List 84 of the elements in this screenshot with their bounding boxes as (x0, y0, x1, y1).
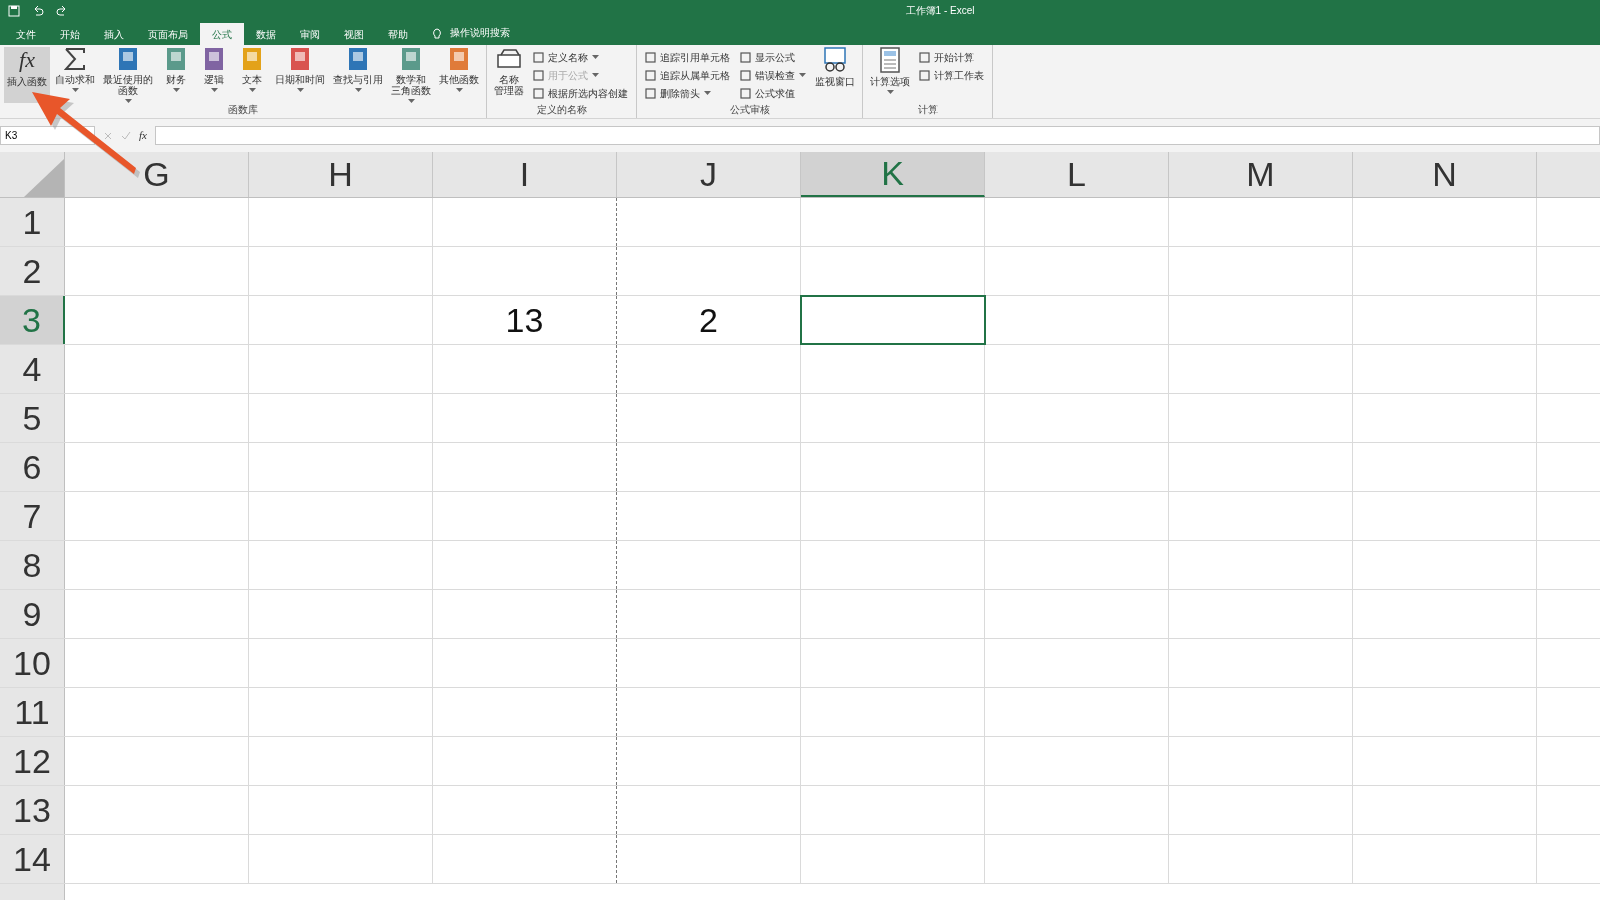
ribbon-tab[interactable]: 数据 (244, 23, 288, 45)
insert-function-button[interactable]: fx (139, 127, 147, 144)
ribbon-button[interactable]: 其他函数 (436, 47, 482, 103)
command-icon (740, 51, 751, 63)
ribbon-tab[interactable]: 开始 (48, 23, 92, 45)
column-header[interactable]: I (433, 152, 617, 197)
ribbon-button[interactable]: 数学和 三角函数 (388, 47, 434, 103)
row-header[interactable]: 2 (0, 247, 65, 295)
row-header[interactable]: 13 (0, 786, 65, 834)
row-header[interactable] (0, 884, 65, 900)
row-header[interactable]: 14 (0, 835, 65, 883)
ribbon-button[interactable]: 财务 (158, 47, 194, 103)
window-title: 工作簿1 - Excel (905, 4, 975, 18)
ribbon-button[interactable]: 查找与引用 (330, 47, 386, 103)
command-icon (919, 69, 930, 81)
selected-cell[interactable] (801, 296, 985, 344)
ribbon-tab[interactable]: 帮助 (376, 23, 420, 45)
row-header[interactable]: 3 (0, 296, 65, 344)
group-label: 定义的名称 (535, 104, 588, 117)
column-header[interactable]: H (249, 152, 433, 197)
ribbon-command[interactable]: 定义名称 (533, 49, 628, 65)
undo-icon[interactable] (32, 4, 44, 17)
row-header[interactable]: 11 (0, 688, 65, 736)
ribbon-command[interactable]: 根据所选内容创建 (533, 85, 628, 101)
ribbon-command[interactable]: 删除箭头 (645, 85, 730, 101)
row-header[interactable]: 8 (0, 541, 65, 589)
ribbon-button[interactable]: 最近使用的 函数 (100, 47, 156, 103)
ribbon-button[interactable]: 名称 管理器 (491, 47, 527, 103)
row-header[interactable]: 4 (0, 345, 65, 393)
tell-me-search[interactable]: 操作说明搜索 (450, 25, 510, 40)
command-icon (645, 69, 656, 81)
ribbon-button[interactable]: fx 插入函数 (4, 47, 50, 103)
command-icon (533, 87, 544, 99)
name-box[interactable]: K3 (0, 126, 95, 145)
ribbon-command[interactable]: 公式求值 (740, 85, 806, 101)
group-label: 函数库 (227, 104, 259, 117)
command-icon (645, 51, 656, 63)
command-icon (919, 51, 930, 63)
column-header[interactable]: K (801, 152, 985, 197)
ribbon-tab[interactable]: 插入 (92, 23, 136, 45)
row-header[interactable]: 9 (0, 590, 65, 638)
ribbon-tab[interactable]: 视图 (332, 23, 376, 45)
command-icon (533, 51, 544, 63)
ribbon-button[interactable]: 逻辑 (196, 47, 232, 103)
table-cell[interactable]: 13 (433, 296, 617, 344)
group-label: 计算 (916, 104, 939, 117)
command-icon (645, 87, 656, 99)
cancel-icon[interactable] (103, 130, 113, 141)
save-icon[interactable] (8, 4, 20, 17)
command-icon (740, 69, 751, 81)
row-header[interactable]: 1 (0, 198, 65, 246)
lightbulb-icon (432, 28, 442, 40)
row-header[interactable]: 7 (0, 492, 65, 540)
ribbon-command[interactable]: 计算工作表 (919, 67, 984, 83)
check-icon[interactable] (121, 130, 131, 141)
group-label: 公式审核 (728, 104, 771, 117)
ribbon-button[interactable]: 自动求和 (52, 47, 98, 103)
ribbon-tab[interactable]: 文件 (4, 23, 48, 45)
ribbon-command[interactable]: 开始计算 (919, 49, 984, 65)
ribbon-tab[interactable]: 审阅 (288, 23, 332, 45)
ribbon-command[interactable]: 显示公式 (740, 49, 806, 65)
redo-icon[interactable] (56, 4, 68, 17)
sigma-icon (64, 47, 86, 71)
row-header[interactable]: 12 (0, 737, 65, 785)
ribbon-button[interactable]: 监视窗口 (812, 47, 858, 103)
row-header[interactable]: 10 (0, 639, 65, 687)
command-icon (533, 69, 544, 81)
table-cell[interactable]: 2 (617, 296, 801, 344)
command-icon (740, 87, 751, 99)
ribbon-command[interactable]: 错误检查 (740, 67, 806, 83)
function-icon: fx (19, 47, 35, 73)
column-header[interactable]: M (1169, 152, 1353, 197)
formula-field[interactable] (154, 126, 1600, 145)
row-header[interactable]: 5 (0, 394, 65, 442)
ribbon-tab[interactable]: 公式 (200, 23, 244, 45)
ribbon-command[interactable]: 追踪从属单元格 (645, 67, 730, 83)
ribbon-command[interactable]: 追踪引用单元格 (645, 49, 730, 65)
ribbon-button[interactable]: 日期和时间 (272, 47, 328, 103)
column-header[interactable]: N (1353, 152, 1537, 197)
ribbon-button[interactable]: 文本 (234, 47, 270, 103)
column-header[interactable]: L (985, 152, 1169, 197)
row-header[interactable]: 6 (0, 443, 65, 491)
ribbon-tab[interactable]: 页面布局 (136, 23, 200, 45)
ribbon-button[interactable]: 计算选项 (867, 47, 913, 103)
